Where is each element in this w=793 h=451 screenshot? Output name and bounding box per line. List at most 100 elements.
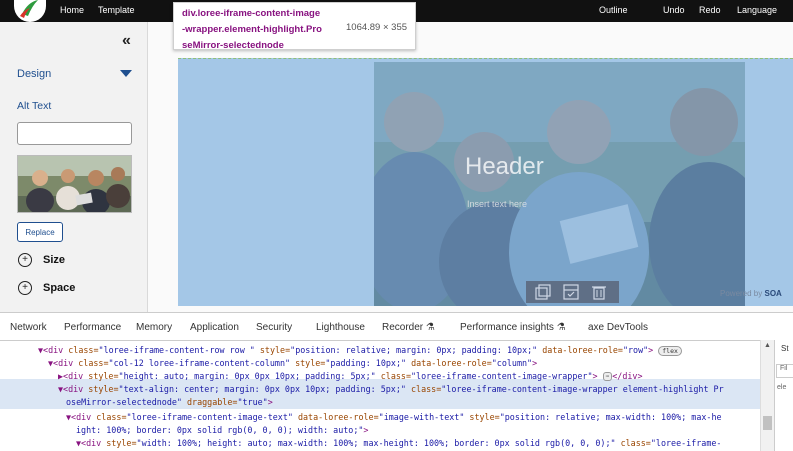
powered-by-label: Powered by SOA: [720, 289, 782, 298]
replace-image-button[interactable]: Replace: [17, 222, 63, 242]
tab-performance-insights[interactable]: Performance insights ⚗: [460, 322, 566, 333]
dom-node-line-selected-cont[interactable]: oseMirror-selectednode" draggable="true"…: [66, 397, 273, 407]
powered-by-brand: SOA: [764, 289, 782, 298]
tab-memory[interactable]: Memory: [136, 322, 172, 333]
element-toolbar: [526, 281, 619, 303]
dom-node-line[interactable]: ▼<div style="width: 100%; height: auto; …: [76, 438, 721, 448]
scroll-up-icon[interactable]: ▲: [764, 342, 771, 349]
node-attr: style=: [106, 438, 137, 448]
flask-icon: ⚗: [556, 322, 566, 333]
trash-icon[interactable]: [590, 283, 608, 301]
node-tag: ▼<div: [48, 358, 79, 368]
node-val: "loree-iframe-: [650, 438, 722, 448]
element-inspector-tooltip: div.loree-iframe-content-image -wrapper.…: [173, 2, 416, 51]
duplicate-check-icon[interactable]: [562, 283, 580, 301]
node-val: oseMirror-selectednode": [66, 397, 188, 407]
plus-circle-icon: +: [18, 253, 32, 267]
node-val: "text-align: center; margin: 0px 0px 10p…: [118, 384, 411, 394]
alt-text-input[interactable]: [17, 122, 132, 145]
collapse-sidebar-button[interactable]: «: [122, 32, 131, 50]
dom-node-line[interactable]: ▼<div class="loree-iframe-content-image-…: [66, 412, 722, 422]
node-val: "position: relative; max-width: 100%; ma…: [499, 412, 722, 422]
node-tag: ▼<div: [58, 384, 89, 394]
node-attr: draggable=: [187, 397, 238, 407]
styles-tab[interactable]: St: [781, 344, 789, 353]
powered-by-prefix: Powered by: [720, 289, 763, 298]
nav-undo[interactable]: Undo: [663, 5, 685, 15]
image-thumbnail: [17, 155, 132, 213]
collapsed-content-ellipsis[interactable]: ⋯: [602, 372, 613, 381]
tab-performance[interactable]: Performance: [64, 322, 121, 333]
node-tag: ▶<div: [58, 371, 89, 381]
node-attr: data-loree-role=: [542, 345, 623, 355]
tab-lighthouse[interactable]: Lighthouse: [316, 322, 365, 333]
node-tag: >: [267, 397, 273, 407]
node-val: "padding: 10px;": [325, 358, 412, 368]
node-val: "loree-iframe-content-image-wrapper elem…: [441, 384, 724, 394]
nav-template[interactable]: Template: [98, 5, 135, 15]
node-attr: class=: [68, 345, 99, 355]
tab-axe-devtools[interactable]: axe DevTools: [588, 322, 648, 333]
node-attr: class=: [620, 438, 651, 448]
node-tag: ▼<div: [66, 412, 97, 422]
node-attr: style=: [295, 358, 326, 368]
node-tag: >: [363, 425, 369, 435]
tab-application[interactable]: Application: [190, 322, 239, 333]
design-sidebar: « Design Alt Text Replace + Size + Space: [0, 22, 147, 312]
selected-element-highlight: [178, 58, 793, 306]
devtools-tab-bar: Network Performance Memory Application S…: [0, 313, 793, 341]
node-attr: class=: [96, 412, 127, 422]
node-val: "loree-iframe-content-row row ": [98, 345, 260, 355]
node-attr: style=: [88, 384, 119, 394]
node-val: "position: relative; margin: 0px; paddin…: [290, 345, 543, 355]
node-attr: class=: [380, 371, 411, 381]
tab-security[interactable]: Security: [256, 322, 292, 333]
size-section-toggle[interactable]: + Size: [18, 252, 65, 268]
nav-outline[interactable]: Outline: [599, 5, 628, 15]
dom-node-line-cont[interactable]: ight: 100%; border: 0px solid rgb(0, 0, …: [76, 425, 368, 435]
node-val: ight: 100%; border: 0px solid rgb(0, 0, …: [76, 425, 364, 435]
alt-text-label: Alt Text: [17, 100, 52, 112]
nav-language[interactable]: Language: [737, 5, 777, 15]
node-attr: class=: [410, 384, 442, 394]
nav-home[interactable]: Home: [60, 5, 84, 15]
node-tag: >: [532, 358, 538, 368]
node-tag: ▼<div: [38, 345, 69, 355]
styles-filter-input[interactable]: Fil: [776, 364, 793, 378]
dom-node-line[interactable]: ▼<div class="col-12 loree-iframe-content…: [48, 358, 537, 368]
devtools-panel: Network Performance Memory Application S…: [0, 312, 793, 451]
node-attr: style=: [259, 345, 291, 355]
plus-circle-icon: +: [18, 281, 32, 295]
node-val: "col-12 loree-iframe-content-column": [108, 358, 296, 368]
node-tag: ▼<div: [76, 438, 107, 448]
node-attr: style=: [88, 371, 119, 381]
app-logo[interactable]: [14, 0, 46, 22]
flask-icon: ⚗: [425, 322, 435, 333]
space-section-label: Space: [43, 282, 76, 294]
tooltip-selector-line: -wrapper.element-highlight.Pro: [182, 24, 322, 35]
tab-recorder[interactable]: Recorder ⚗: [382, 322, 435, 333]
styles-side-panel: St Fil ele: [774, 340, 793, 451]
flex-badge[interactable]: flex: [658, 345, 682, 356]
dom-node-line[interactable]: ▼<div class="loree-iframe-content-row ro…: [38, 345, 682, 356]
caret-down-icon[interactable]: [120, 70, 132, 77]
node-val: "column": [491, 358, 533, 368]
node-tag: >: [592, 371, 598, 381]
design-section-label[interactable]: Design: [17, 68, 51, 80]
space-section-toggle[interactable]: + Space: [18, 280, 75, 296]
image-sub-text[interactable]: Insert text here: [467, 199, 527, 209]
image-header-text[interactable]: Header: [465, 153, 544, 181]
node-attr: class=: [78, 358, 109, 368]
node-val: "width: 100%; height: auto; max-width: 1…: [136, 438, 621, 448]
scrollbar-thumb[interactable]: [763, 416, 772, 430]
node-val: "row": [622, 345, 649, 355]
tooltip-selector-line: div.loree-iframe-content-image: [182, 8, 321, 19]
dom-node-line-selected[interactable]: ▼<div style="text-align: center; margin:…: [58, 384, 724, 394]
node-val: "loree-iframe-content-image-text": [126, 412, 298, 422]
dom-node-line[interactable]: ▶<div style="height: auto; margin: 0px 0…: [58, 371, 643, 381]
tooltip-dimensions: 1064.89 × 355: [346, 22, 408, 33]
tab-network[interactable]: Network: [10, 322, 47, 333]
copy-icon[interactable]: [534, 283, 552, 301]
nav-redo[interactable]: Redo: [699, 5, 721, 15]
elements-scrollbar[interactable]: ▲: [760, 340, 774, 451]
